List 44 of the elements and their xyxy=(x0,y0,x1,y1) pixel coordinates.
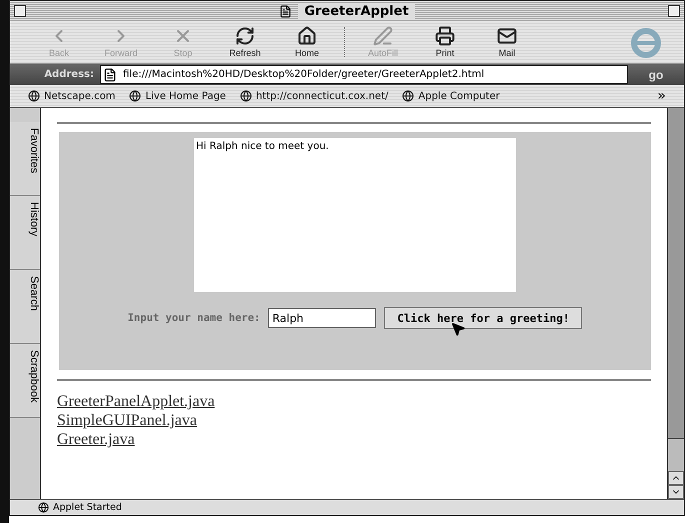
toolbar-button[interactable]: Mail xyxy=(478,22,536,62)
side-tab[interactable]: History xyxy=(10,196,40,270)
file-link[interactable]: GreeterPanelApplet.java xyxy=(57,393,215,411)
globe-icon xyxy=(28,90,40,102)
scroll-up-button[interactable] xyxy=(668,471,684,485)
document-icon xyxy=(103,68,117,82)
toolbar-button[interactable]: Print xyxy=(416,22,474,62)
favorite-link[interactable]: Live Home Page xyxy=(129,90,226,102)
close-box[interactable] xyxy=(14,5,26,17)
name-field[interactable]: Ralph xyxy=(268,308,376,328)
address-label: Address: xyxy=(43,69,94,80)
mail-icon xyxy=(497,26,517,46)
window-title: GreeterApplet xyxy=(298,4,415,18)
greeting-button[interactable]: Click here for a greeting! xyxy=(384,307,582,329)
favorite-link[interactable]: Apple Computer xyxy=(402,90,500,102)
globe-icon xyxy=(129,90,142,102)
pen-icon xyxy=(373,26,393,46)
output-area: Hi Ralph nice to meet you. xyxy=(194,138,516,292)
document-icon xyxy=(279,4,292,18)
side-tab[interactable]: Favorites xyxy=(10,122,40,196)
favorite-link[interactable]: Netscape.com xyxy=(28,90,116,102)
globe-icon xyxy=(240,90,252,102)
address-field[interactable]: file:///Macintosh%20HD/Desktop%20Folder/greeter/GreeterApplet2.html xyxy=(100,65,628,84)
input-label: Input your name here: xyxy=(128,312,260,324)
more-button[interactable]: » xyxy=(657,88,666,104)
refresh-icon xyxy=(235,26,255,46)
file-link[interactable]: Greeter.java xyxy=(57,431,135,449)
go-button[interactable]: go xyxy=(634,68,678,82)
address-text: file:///Macintosh%20HD/Desktop%20Folder/greeter/GreeterApplet2.html xyxy=(123,69,484,80)
printer-icon xyxy=(435,26,455,46)
favorite-link[interactable]: http://connecticut.cox.net/ xyxy=(240,90,388,102)
toolbar-button[interactable]: Home xyxy=(278,22,336,62)
home-icon xyxy=(297,26,317,46)
toolbar-button[interactable]: Refresh xyxy=(216,22,274,62)
status-icon xyxy=(38,502,49,513)
side-tab[interactable]: Scrapbook xyxy=(10,344,40,418)
status-text: Applet Started xyxy=(53,502,122,513)
file-link[interactable]: SimpleGUIPanel.java xyxy=(57,412,197,430)
scrollbar-thumb[interactable] xyxy=(668,108,684,439)
side-tab[interactable]: Search xyxy=(10,270,40,344)
scroll-down-button[interactable] xyxy=(668,485,684,499)
browser-logo xyxy=(628,25,664,59)
globe-icon xyxy=(402,90,414,102)
zoom-box[interactable] xyxy=(668,5,680,17)
